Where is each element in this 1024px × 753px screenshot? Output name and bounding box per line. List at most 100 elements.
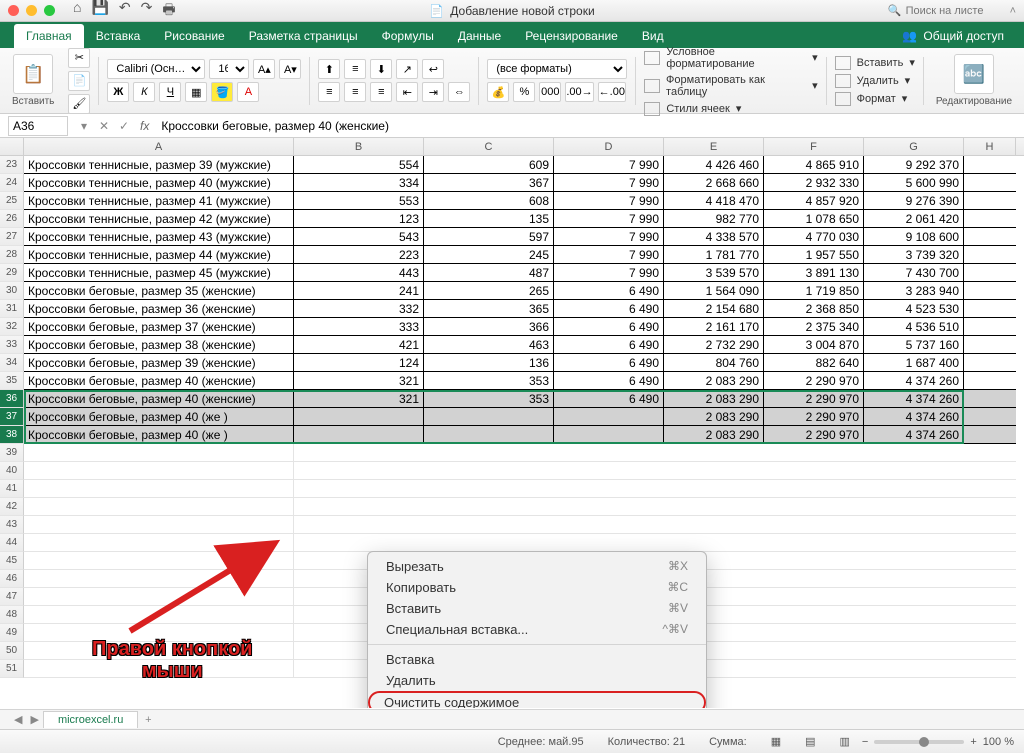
row-header[interactable]: 44 [0, 534, 24, 552]
col-header-H[interactable]: H [964, 138, 1016, 155]
cell[interactable]: 136 [424, 354, 554, 372]
row-header[interactable]: 45 [0, 552, 24, 570]
table-row[interactable]: 30Кроссовки беговые, размер 35 (женские)… [0, 282, 1024, 300]
font-size-select[interactable]: 16 [209, 59, 249, 79]
cell[interactable]: 4 338 570 [664, 228, 764, 246]
cell[interactable]: 804 760 [664, 354, 764, 372]
cell[interactable]: Кроссовки теннисные, размер 39 (мужские) [24, 156, 294, 174]
row-header[interactable]: 48 [0, 606, 24, 624]
collapse-ribbon-icon[interactable]: ˄ [1010, 5, 1016, 17]
increase-decimal-button[interactable]: .00→ [565, 82, 593, 102]
cell[interactable]: 9 108 600 [864, 228, 964, 246]
cell[interactable]: 2 083 290 [664, 408, 764, 426]
tab-layout[interactable]: Разметка страницы [237, 24, 370, 48]
conditional-format-button[interactable]: Условное форматирование ▾ [644, 45, 817, 71]
cell[interactable] [964, 246, 1016, 264]
name-box[interactable]: A36 [8, 116, 68, 136]
cell[interactable]: 7 990 [554, 210, 664, 228]
cell[interactable]: 4 374 260 [864, 372, 964, 390]
cell[interactable]: Кроссовки беговые, размер 36 (женские) [24, 300, 294, 318]
cell[interactable]: 333 [294, 318, 424, 336]
col-header-B[interactable]: B [294, 138, 424, 155]
ctx-delete[interactable]: Удалить [368, 670, 706, 691]
save-icon[interactable]: 💾 [91, 0, 108, 23]
cell[interactable] [964, 228, 1016, 246]
editing-button[interactable]: 🔤 [954, 54, 994, 94]
merge-button[interactable]: ⇔ [448, 82, 470, 102]
tab-draw[interactable]: Рисование [152, 24, 236, 48]
table-row[interactable]: 31Кроссовки беговые, размер 36 (женские)… [0, 300, 1024, 318]
sheet-prev-icon[interactable]: ◀ [10, 713, 26, 726]
col-header-C[interactable]: C [424, 138, 554, 155]
cell[interactable] [964, 300, 1016, 318]
align-right-button[interactable]: ≡ [370, 82, 392, 102]
print-icon[interactable]: 🖶 [162, 0, 175, 23]
table-row[interactable]: 42 [0, 498, 1024, 516]
tab-insert[interactable]: Вставка [84, 24, 153, 48]
cell[interactable]: 7 430 700 [864, 264, 964, 282]
table-row[interactable]: 35Кроссовки беговые, размер 40 (женские)… [0, 372, 1024, 390]
window-zoom-button[interactable] [44, 5, 55, 16]
cell[interactable]: 2 161 170 [664, 318, 764, 336]
cell[interactable]: 6 490 [554, 372, 664, 390]
cell[interactable]: 2 083 290 [664, 426, 764, 444]
cell[interactable]: 1 781 770 [664, 246, 764, 264]
cell[interactable]: Кроссовки теннисные, размер 45 (мужские) [24, 264, 294, 282]
cell[interactable]: 2 368 850 [764, 300, 864, 318]
row-header[interactable]: 28 [0, 246, 24, 264]
table-row[interactable]: 23Кроссовки теннисные, размер 39 (мужски… [0, 156, 1024, 174]
cell[interactable]: 5 600 990 [864, 174, 964, 192]
sheet-search-input[interactable] [906, 5, 1006, 17]
format-as-table-button[interactable]: Форматировать как таблицу ▾ [644, 73, 817, 99]
table-row[interactable]: 32Кроссовки беговые, размер 37 (женские)… [0, 318, 1024, 336]
cell[interactable]: 443 [294, 264, 424, 282]
cell[interactable] [424, 426, 554, 444]
sheet-next-icon[interactable]: ▶ [26, 713, 42, 726]
decrease-decimal-button[interactable]: ←.00 [598, 82, 626, 102]
cell[interactable] [964, 174, 1016, 192]
table-row[interactable]: 43 [0, 516, 1024, 534]
cell[interactable]: 1 564 090 [664, 282, 764, 300]
cell[interactable]: 366 [424, 318, 554, 336]
cell[interactable]: 367 [424, 174, 554, 192]
cell[interactable]: 353 [424, 390, 554, 408]
cell[interactable]: 4 857 920 [764, 192, 864, 210]
cell[interactable]: 2 375 340 [764, 318, 864, 336]
cell[interactable] [964, 156, 1016, 174]
fill-color-button[interactable]: 🪣 [211, 82, 233, 102]
ctx-paste[interactable]: Вставить⌘V [368, 598, 706, 619]
cell[interactable]: 353 [424, 372, 554, 390]
cell[interactable]: 124 [294, 354, 424, 372]
cell[interactable]: 7 990 [554, 246, 664, 264]
cell[interactable]: 6 490 [554, 282, 664, 300]
accept-formula-button[interactable]: ✓ [114, 119, 134, 133]
row-header[interactable]: 40 [0, 462, 24, 480]
ctx-copy[interactable]: Копировать⌘C [368, 577, 706, 598]
cell[interactable]: 6 490 [554, 336, 664, 354]
view-normal-button[interactable]: ▦ [759, 735, 793, 748]
col-header-D[interactable]: D [554, 138, 664, 155]
cell[interactable]: Кроссовки теннисные, размер 43 (мужские) [24, 228, 294, 246]
cell[interactable] [424, 408, 554, 426]
ctx-insert[interactable]: Вставка [368, 649, 706, 670]
tab-formulas[interactable]: Формулы [370, 24, 446, 48]
cell[interactable]: 334 [294, 174, 424, 192]
view-pagebreak-button[interactable]: ▥ [828, 735, 862, 748]
percent-button[interactable]: % [513, 82, 535, 102]
cell[interactable]: Кроссовки беговые, размер 40 (же ) [24, 426, 294, 444]
cell[interactable]: 421 [294, 336, 424, 354]
table-row[interactable]: 28Кроссовки теннисные, размер 44 (мужски… [0, 246, 1024, 264]
cell[interactable] [964, 408, 1016, 426]
table-row[interactable]: 40 [0, 462, 1024, 480]
align-left-button[interactable]: ≡ [318, 82, 340, 102]
home-icon[interactable]: ⌂ [73, 0, 81, 23]
cell[interactable]: 4 374 260 [864, 408, 964, 426]
cell[interactable]: 608 [424, 192, 554, 210]
borders-button[interactable]: ▦ [185, 82, 207, 102]
cell[interactable]: 2 083 290 [664, 390, 764, 408]
cell[interactable]: 463 [424, 336, 554, 354]
cell[interactable]: 2 932 330 [764, 174, 864, 192]
underline-button[interactable]: Ч [159, 82, 181, 102]
cell[interactable]: 4 426 460 [664, 156, 764, 174]
row-header[interactable]: 34 [0, 354, 24, 372]
